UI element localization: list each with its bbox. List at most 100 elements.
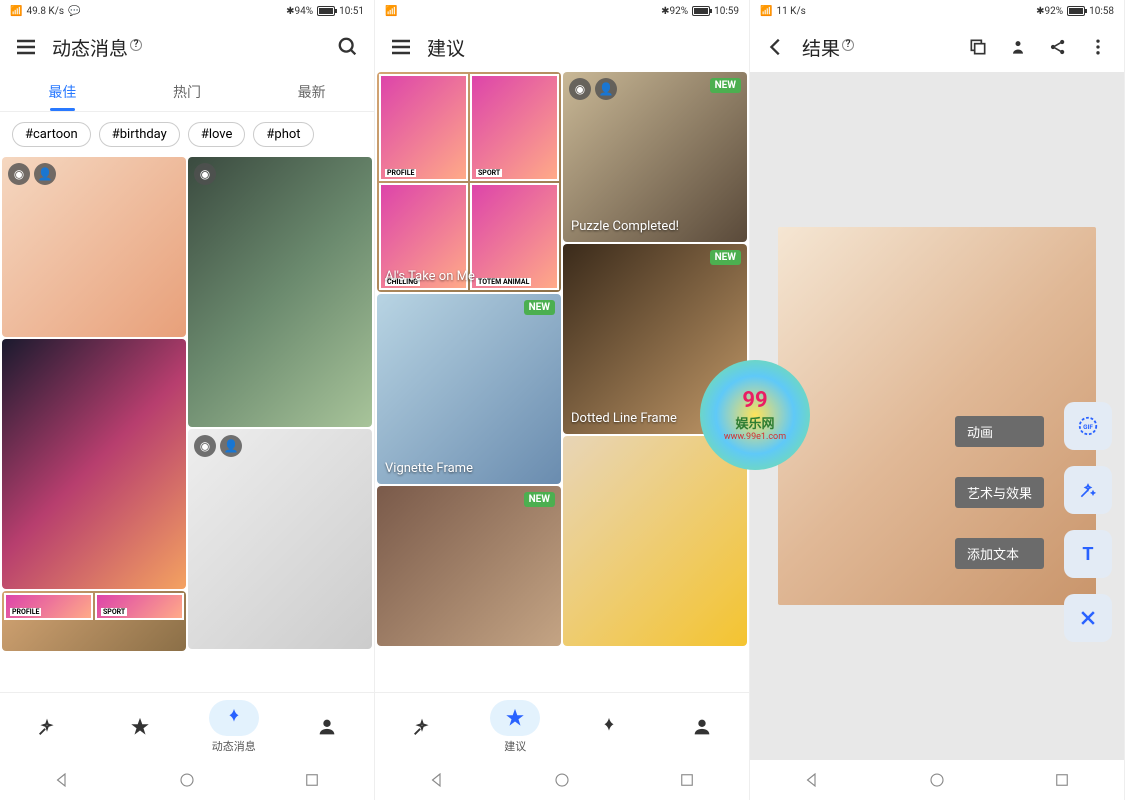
hashtag-chips: #cartoon #birthday #love #phot: [0, 112, 374, 157]
battery-text: ✱92%: [661, 6, 688, 17]
eye-icon[interactable]: ◉: [194, 163, 216, 185]
chip-birthday[interactable]: #birthday: [99, 122, 180, 147]
card-label: Al's Take on Me: [377, 261, 483, 292]
home-btn[interactable]: [553, 771, 571, 789]
page-title: 建议: [427, 34, 465, 61]
net-speed: 49.8 K/s: [26, 6, 64, 17]
card-sunflower[interactable]: [563, 436, 747, 646]
menu-icon[interactable]: [12, 33, 40, 61]
page-title: 动态消息?: [52, 34, 142, 61]
android-nav: [750, 760, 1124, 800]
close-button[interactable]: [1064, 594, 1112, 642]
svg-text:GIF: GIF: [1083, 423, 1093, 431]
more-icon[interactable]: [1084, 33, 1112, 61]
copy-icon[interactable]: [964, 33, 992, 61]
tab-hot[interactable]: 热门: [125, 72, 250, 111]
eye-icon[interactable]: ◉: [194, 435, 216, 457]
card-label: Dotted Line Frame: [563, 403, 685, 434]
status-bar: 📶 11 K/s ✱92% 10:58: [750, 0, 1124, 22]
gif-button[interactable]: GIF: [1064, 402, 1112, 450]
card-couple[interactable]: NEW: [377, 486, 561, 646]
nav-star[interactable]: [115, 709, 165, 745]
net-speed: 11 K/s: [776, 6, 805, 17]
clock: 10:58: [1089, 6, 1114, 17]
feed-card[interactable]: ◉👤: [2, 157, 186, 337]
new-badge: NEW: [710, 250, 741, 265]
screen-feed: 📶 49.8 K/s 💬 ✱94% 10:51 动态消息? 最佳 热门 最新 #…: [0, 0, 375, 800]
suggestion-grid: ◉ PROFILE SPORT CHILLING TOTEM ANIMAL Al…: [375, 72, 749, 692]
menu-icon[interactable]: [387, 33, 415, 61]
back-icon[interactable]: [762, 33, 790, 61]
battery-icon: [1067, 6, 1085, 16]
label-art: 艺术与效果: [955, 477, 1044, 508]
eye-icon[interactable]: ◉: [569, 78, 591, 100]
recent-btn[interactable]: [678, 771, 696, 789]
bottom-nav: 建议: [375, 692, 749, 760]
battery-text: ✱92%: [1036, 6, 1063, 17]
nav-magic[interactable]: [397, 709, 447, 745]
card-label: Puzzle Completed!: [563, 211, 687, 242]
user-icon[interactable]: 👤: [595, 78, 617, 100]
chip-love[interactable]: #love: [188, 122, 246, 147]
signal-icon: 📶: [385, 6, 397, 17]
nav-magic[interactable]: [22, 709, 72, 745]
battery-icon: [317, 6, 335, 16]
new-badge: NEW: [524, 300, 555, 315]
label-anim: 动画: [955, 416, 1044, 447]
chip-photo[interactable]: #phot: [253, 122, 313, 147]
magic-button[interactable]: [1064, 466, 1112, 514]
back-btn[interactable]: [53, 771, 71, 789]
tabs: 最佳 热门 最新: [0, 72, 374, 112]
nav-profile[interactable]: [677, 709, 727, 745]
screen-result: 99 娱乐网 www.99e1.com 📶11 K/s ✱92%10:58 结果…: [750, 0, 1125, 800]
header: 动态消息?: [0, 22, 374, 72]
clock: 10:51: [339, 6, 364, 17]
user-icon[interactable]: 👤: [34, 163, 56, 185]
battery-icon: [692, 6, 710, 16]
recent-btn[interactable]: [303, 771, 321, 789]
nav-feed[interactable]: [584, 709, 634, 745]
feed-card[interactable]: ◉: [188, 157, 372, 427]
tab-new[interactable]: 最新: [249, 72, 374, 111]
feed-card[interactable]: ◉👤: [188, 429, 372, 649]
eye-icon[interactable]: ◉: [8, 163, 30, 185]
nav-feed[interactable]: 动态消息: [209, 700, 259, 754]
text-button[interactable]: T: [1064, 530, 1112, 578]
feed-card[interactable]: [2, 339, 186, 589]
back-btn[interactable]: [428, 771, 446, 789]
action-buttons: GIF T: [1064, 402, 1112, 642]
back-btn[interactable]: [803, 771, 821, 789]
help-icon[interactable]: ?: [842, 39, 854, 51]
result-image[interactable]: [778, 227, 1096, 605]
clock: 10:59: [714, 6, 739, 17]
chip-cartoon[interactable]: #cartoon: [12, 122, 91, 147]
nav-profile[interactable]: [302, 709, 352, 745]
label-text: 添加文本: [955, 538, 1044, 569]
wechat-icon: 💬: [68, 6, 80, 17]
card-vignette[interactable]: NEW Vignette Frame: [377, 294, 561, 484]
recent-btn[interactable]: [1053, 771, 1071, 789]
new-badge: NEW: [524, 492, 555, 507]
card-comic[interactable]: ◉ PROFILE SPORT CHILLING TOTEM ANIMAL Al…: [377, 72, 561, 292]
screen-suggestions: 📶 ✱92% 10:59 建议 ◉ PROFILE SPORT CHILLING …: [375, 0, 750, 800]
nav-suggestions[interactable]: 建议: [490, 700, 540, 754]
card-puzzle[interactable]: ◉👤 NEW Puzzle Completed!: [563, 72, 747, 242]
status-bar: 📶 ✱92% 10:59: [375, 0, 749, 22]
person-icon[interactable]: [1004, 33, 1032, 61]
card-label: Vignette Frame: [377, 453, 481, 484]
help-icon[interactable]: ?: [130, 39, 142, 51]
signal-icon: 📶: [10, 6, 22, 17]
share-icon[interactable]: [1044, 33, 1072, 61]
action-labels: 动画 艺术与效果 添加文本: [955, 416, 1044, 569]
status-bar: 📶 49.8 K/s 💬 ✱94% 10:51: [0, 0, 374, 22]
tab-best[interactable]: 最佳: [0, 72, 125, 111]
user-icon[interactable]: 👤: [220, 435, 242, 457]
signal-icon: 📶: [760, 6, 772, 17]
home-btn[interactable]: [178, 771, 196, 789]
search-icon[interactable]: [334, 33, 362, 61]
header: 建议: [375, 22, 749, 72]
battery-text: ✱94%: [286, 6, 313, 17]
watermark-logo: 99 娱乐网 www.99e1.com: [700, 360, 810, 470]
home-btn[interactable]: [928, 771, 946, 789]
feed-card[interactable]: PROFILE SPORT: [2, 591, 186, 651]
